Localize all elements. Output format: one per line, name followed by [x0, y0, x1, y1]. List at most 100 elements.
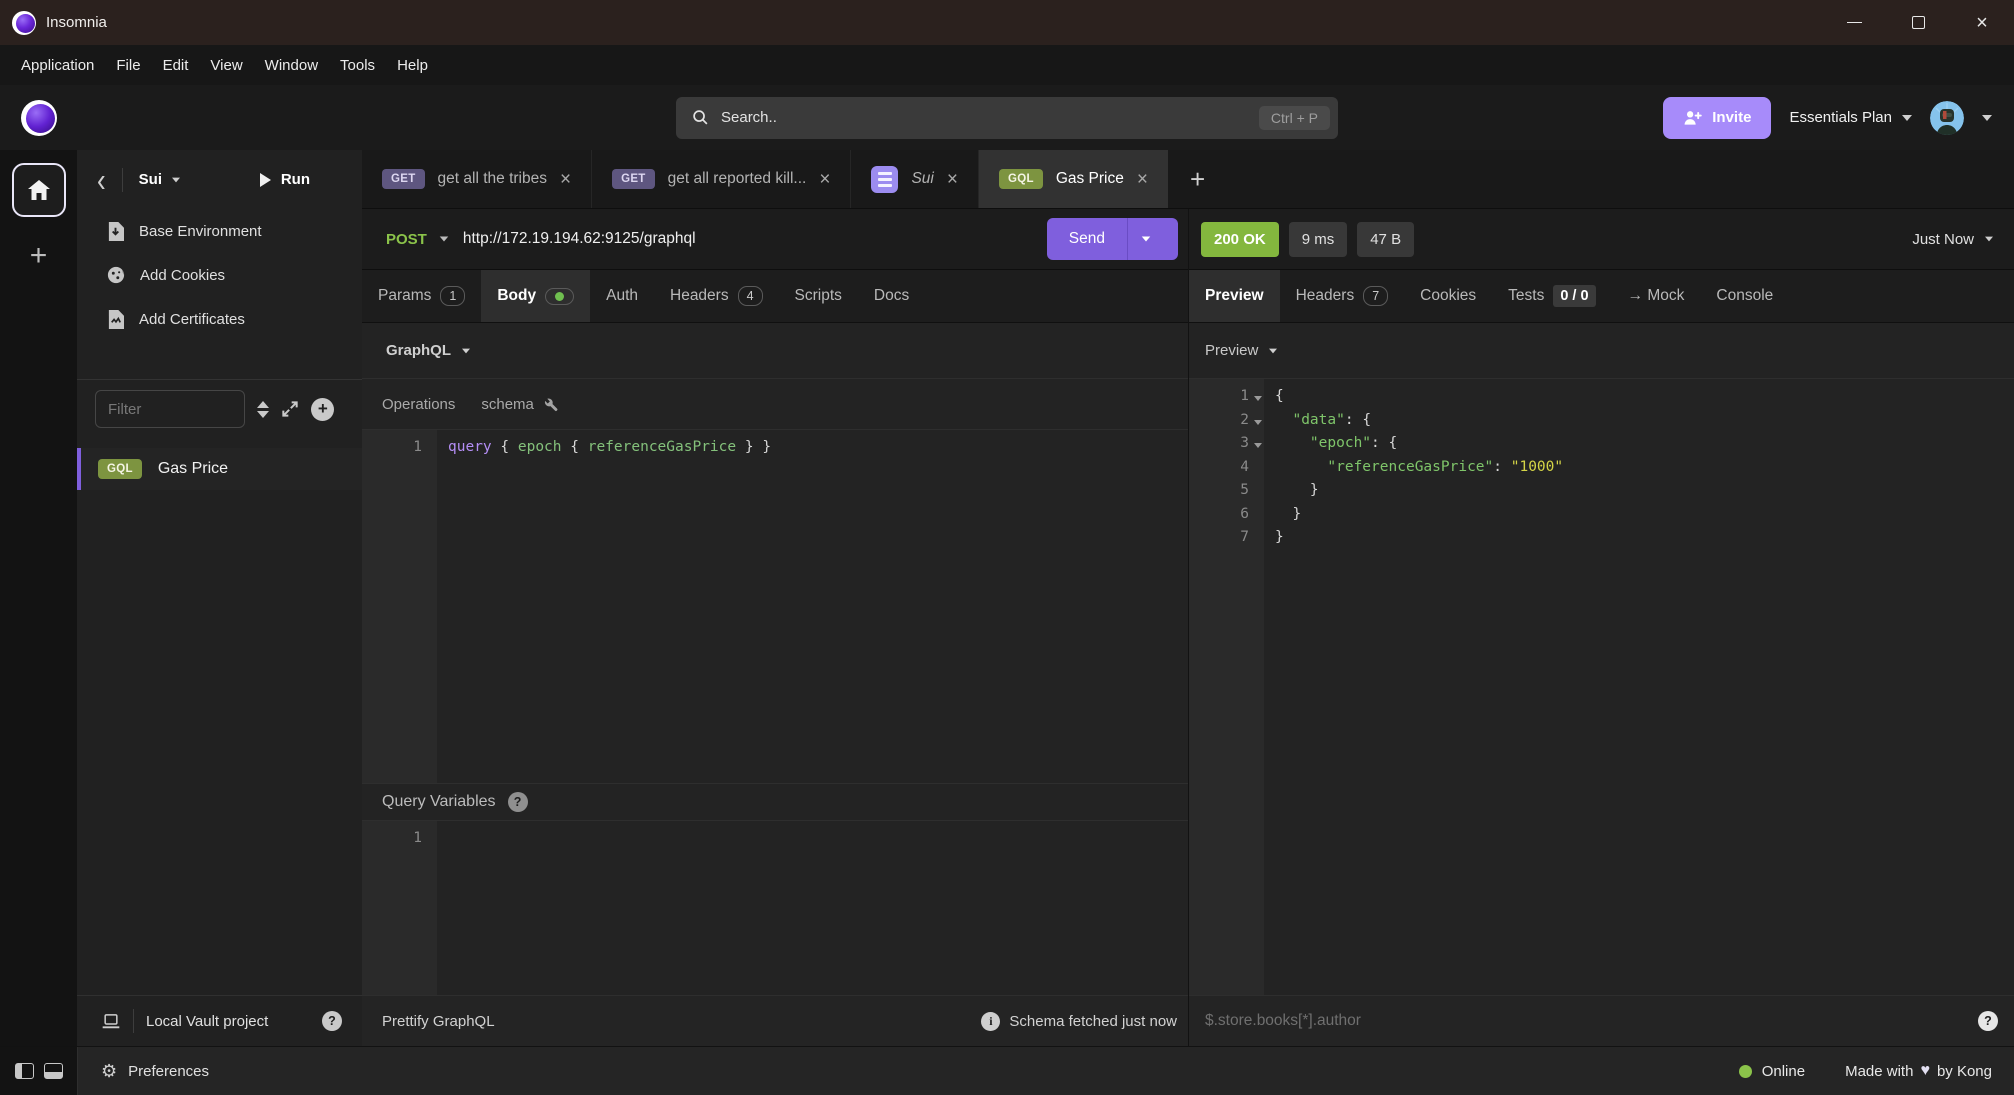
- schema-menu[interactable]: schema: [481, 396, 558, 413]
- close-tab-icon[interactable]: ×: [1137, 170, 1148, 189]
- headers-count-badge: 7: [1363, 286, 1388, 306]
- invite-button[interactable]: Invite: [1663, 97, 1771, 139]
- fold-icon[interactable]: [1254, 443, 1262, 448]
- help-icon[interactable]: ?: [508, 792, 528, 812]
- project-row[interactable]: Local Vault project ?: [77, 995, 362, 1046]
- schema-status: i Schema fetched just now: [981, 1012, 1177, 1031]
- send-button[interactable]: Send: [1047, 218, 1178, 260]
- response-filter-input[interactable]: [1205, 1012, 1978, 1030]
- avatar[interactable]: [1930, 101, 1964, 135]
- filter-input[interactable]: [95, 390, 245, 428]
- menu-view[interactable]: View: [201, 53, 251, 78]
- plan-selector[interactable]: Essentials Plan: [1789, 109, 1912, 126]
- menu-window[interactable]: Window: [256, 53, 327, 78]
- sort-icon[interactable]: [257, 401, 269, 418]
- fold-icon[interactable]: [1254, 396, 1262, 401]
- search-input[interactable]: Search.. Ctrl + P: [676, 97, 1338, 139]
- response-history-dropdown[interactable]: Just Now: [1912, 231, 1994, 248]
- expand-icon[interactable]: [280, 399, 300, 419]
- status-badge: 200 OK: [1201, 222, 1279, 257]
- add-request-icon[interactable]: +: [311, 398, 334, 421]
- tab-scripts[interactable]: Scripts: [779, 270, 858, 322]
- line-number: 1: [362, 439, 437, 463]
- response-body-viewer[interactable]: 1 2 3 4 5 6 7 { "data": { "epoch": {: [1189, 379, 2014, 995]
- graphql-toolbar: Operations schema: [362, 379, 1188, 430]
- sidebar-item-base-environment[interactable]: Base Environment: [77, 209, 362, 253]
- menu-help[interactable]: Help: [388, 53, 437, 78]
- tab-cookies[interactable]: Cookies: [1404, 270, 1492, 322]
- maximize-button[interactable]: [1886, 0, 1950, 45]
- close-tab-icon[interactable]: ×: [947, 170, 958, 189]
- url-input[interactable]: http://172.19.194.62:9125/graphql: [463, 230, 696, 248]
- body-type-selector[interactable]: GraphQL: [362, 323, 1188, 379]
- preview-mode-selector[interactable]: Preview: [1189, 323, 2014, 379]
- new-tab-button[interactable]: +: [1168, 150, 1227, 208]
- method-label[interactable]: POST: [386, 231, 427, 248]
- prettify-button[interactable]: Prettify GraphQL: [382, 1013, 495, 1030]
- search-placeholder: Search..: [721, 109, 777, 126]
- chevron-down-icon: [1902, 115, 1912, 121]
- tab-strip: GET get all the tribes × GET get all rep…: [362, 150, 2014, 209]
- tab-label: → Mock: [1628, 287, 1685, 305]
- tab-docs[interactable]: Docs: [858, 270, 925, 322]
- tab-get-all-the-tribes[interactable]: GET get all the tribes ×: [362, 150, 592, 208]
- send-options-button[interactable]: [1128, 236, 1178, 242]
- home-icon: [27, 179, 51, 201]
- sidebar-request-gas-price[interactable]: GQL Gas Price: [77, 448, 362, 490]
- run-button[interactable]: Run: [260, 171, 310, 188]
- online-label: Online: [1762, 1063, 1805, 1080]
- tab-console[interactable]: Console: [1700, 270, 1789, 322]
- sidebar-item-add-cookies[interactable]: Add Cookies: [77, 253, 362, 297]
- tab-gas-price[interactable]: GQL Gas Price ×: [979, 150, 1168, 208]
- insomnia-logo-icon: [12, 11, 36, 35]
- tab-headers[interactable]: Headers 4: [654, 270, 779, 322]
- tab-sui-workspace[interactable]: Sui ×: [851, 150, 979, 208]
- account-chevron-down-icon[interactable]: [1982, 115, 1992, 121]
- graphql-query-editor[interactable]: 1 query { epoch { referenceGasPrice } }: [362, 430, 1188, 783]
- menu-file[interactable]: File: [107, 53, 149, 78]
- editor-code[interactable]: query { epoch { referenceGasPrice } }: [437, 430, 1188, 783]
- close-button[interactable]: ×: [1950, 0, 2014, 45]
- workspace-dropdown[interactable]: Sui: [139, 171, 181, 188]
- tab-auth[interactable]: Auth: [590, 270, 654, 322]
- tab-response-headers[interactable]: Headers 7: [1280, 270, 1405, 322]
- tab-get-all-reported-kills[interactable]: GET get all reported kill... ×: [592, 150, 851, 208]
- tab-tests[interactable]: Tests 0 / 0: [1492, 270, 1611, 322]
- back-chevron-icon[interactable]: ‹: [97, 163, 106, 197]
- menu-application[interactable]: Application: [12, 53, 103, 78]
- query-variables-editor[interactable]: 1: [362, 821, 1188, 995]
- new-workspace-button[interactable]: +: [30, 241, 48, 271]
- toggle-sidebar-icon[interactable]: [15, 1063, 34, 1079]
- home-button[interactable]: [12, 163, 66, 217]
- close-tab-icon[interactable]: ×: [560, 170, 571, 189]
- tab-mock[interactable]: → Mock: [1612, 270, 1701, 322]
- preferences-label: Preferences: [128, 1063, 209, 1080]
- editor-code[interactable]: { "data": { "epoch": { "referenceGasPric…: [1264, 379, 2014, 995]
- search-icon: [692, 109, 709, 126]
- tab-body[interactable]: Body: [481, 270, 590, 322]
- minimize-button[interactable]: [1822, 0, 1886, 45]
- query-line: query { epoch { referenceGasPrice } }: [437, 439, 1188, 463]
- help-icon[interactable]: ?: [1978, 1011, 1998, 1031]
- editor-code[interactable]: [437, 821, 1188, 995]
- body-set-indicator: [545, 288, 574, 305]
- sidebar-item-add-certificates[interactable]: Add Certificates: [77, 297, 362, 341]
- sidebar: ‹ Sui Run Base Environment: [77, 150, 362, 1046]
- preview-mode-label: Preview: [1205, 342, 1258, 359]
- tab-preview[interactable]: Preview: [1189, 270, 1280, 322]
- tab-label: Cookies: [1420, 287, 1476, 305]
- response-meta: 200 OK 9 ms 47 B Just Now: [1189, 209, 2014, 270]
- fold-icon[interactable]: [1254, 420, 1262, 425]
- token-json-key: "epoch": [1310, 435, 1371, 451]
- toggle-bottom-panel-icon[interactable]: [44, 1063, 63, 1079]
- method-chevron-down-icon[interactable]: [440, 236, 449, 241]
- preferences-button[interactable]: ⚙ Preferences: [101, 1061, 209, 1082]
- menu-tools[interactable]: Tools: [331, 53, 384, 78]
- help-icon[interactable]: ?: [322, 1011, 342, 1031]
- close-tab-icon[interactable]: ×: [819, 170, 830, 189]
- menu-edit[interactable]: Edit: [154, 53, 198, 78]
- play-icon: [260, 173, 271, 187]
- tab-params[interactable]: Params 1: [362, 270, 481, 322]
- send-label[interactable]: Send: [1047, 230, 1127, 248]
- tab-label: Body: [497, 287, 536, 305]
